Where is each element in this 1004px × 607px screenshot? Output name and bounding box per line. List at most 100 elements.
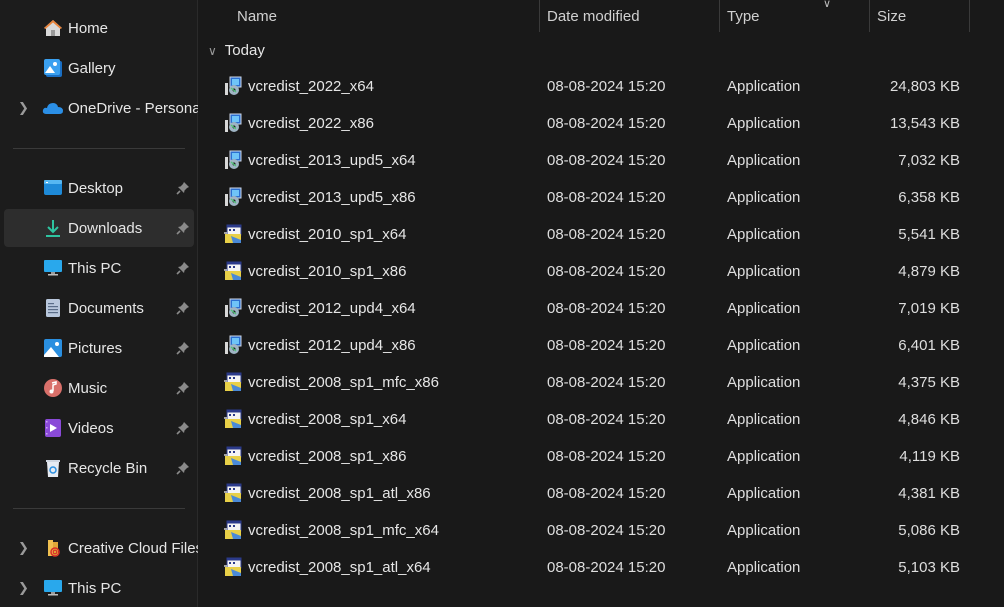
file-size: 6,358 KB	[898, 189, 960, 206]
pin-icon[interactable]	[176, 341, 190, 355]
pin-icon[interactable]	[176, 461, 190, 475]
sidebar-item-recycle-bin[interactable]: Recycle Bin	[4, 449, 194, 487]
sidebar-item-home[interactable]: Home	[4, 9, 194, 47]
file-row[interactable]: vcredist_2012_upd4_x64 08-08-2024 15:20 Ap…	[198, 290, 1004, 327]
group-header-today[interactable]: ∨ Today	[208, 42, 265, 59]
file-row[interactable]: vcredist_2008_sp1_x86 08-08-2024 15:20 App…	[198, 438, 1004, 475]
file-name: vcredist_2008_sp1_atl_x64	[248, 559, 431, 576]
sidebar-item-label: This PC	[68, 579, 122, 597]
this-pc-icon	[42, 577, 64, 599]
file-date-modified: 08-08-2024 15:20	[547, 78, 666, 95]
file-date-modified: 08-08-2024 15:20	[547, 337, 666, 354]
file-size: 4,879 KB	[898, 263, 960, 280]
file-size: 7,019 KB	[898, 300, 960, 317]
column-header-date-modified[interactable]: Date modified	[547, 0, 717, 32]
column-header-label: Date modified	[547, 7, 640, 25]
sidebar-item-this-pc[interactable]: This PC	[4, 249, 194, 287]
file-row[interactable]: vcredist_2022_x64 08-08-2024 15:20 Applica…	[198, 68, 1004, 105]
sidebar-item-pictures[interactable]: Pictures	[4, 329, 194, 367]
pin-icon[interactable]	[176, 261, 190, 275]
sidebar-item-creative-cloud-files[interactable]: ❯ Creative Cloud Files	[4, 529, 198, 567]
file-name: vcredist_2022_x64	[248, 78, 374, 95]
installer-package-icon	[223, 446, 243, 466]
file-row[interactable]: vcredist_2010_sp1_x64 08-08-2024 15:20 App…	[198, 216, 1004, 253]
file-row[interactable]: vcredist_2013_upd5_x86 08-08-2024 15:20 Ap…	[198, 179, 1004, 216]
file-type: Application	[727, 152, 801, 169]
file-date-modified: 08-08-2024 15:20	[547, 448, 666, 465]
installer-package-icon	[223, 483, 243, 503]
chevron-right-icon[interactable]: ❯	[18, 100, 29, 116]
file-type: Application	[727, 485, 801, 502]
pin-icon[interactable]	[176, 301, 190, 315]
sidebar-item-music[interactable]: Music	[4, 369, 194, 407]
file-date-modified: 08-08-2024 15:20	[547, 115, 666, 132]
sidebar-item-label: Music	[68, 379, 108, 397]
gallery-icon	[42, 57, 64, 79]
file-date-modified: 08-08-2024 15:20	[547, 411, 666, 428]
sidebar-item-desktop[interactable]: Desktop	[4, 169, 194, 207]
column-divider[interactable]	[969, 0, 970, 32]
sidebar-item-gallery[interactable]: Gallery	[4, 49, 194, 87]
sidebar-item-label: Home	[68, 19, 109, 37]
pin-icon[interactable]	[176, 181, 190, 195]
file-type: Application	[727, 522, 801, 539]
file-name: vcredist_2008_sp1_x64	[248, 411, 407, 428]
file-row[interactable]: vcredist_2008_sp1_atl_x86 08-08-2024 15:2…	[198, 475, 1004, 512]
file-row[interactable]: vcredist_2008_sp1_atl_x64 08-08-2024 15:2…	[198, 549, 1004, 586]
sidebar-item-label: Documents	[68, 299, 144, 317]
sidebar-item-label: Creative Cloud Files	[68, 539, 198, 557]
file-size: 5,103 KB	[898, 559, 960, 576]
column-divider[interactable]	[539, 0, 540, 32]
pin-icon[interactable]	[176, 381, 190, 395]
file-row[interactable]: vcredist_2008_sp1_mfc_x86 08-08-2024 15:2…	[198, 364, 1004, 401]
column-header-type[interactable]: Type	[727, 0, 867, 32]
column-header-name[interactable]: Name	[237, 0, 537, 32]
recycle-bin-icon	[42, 457, 64, 479]
file-row[interactable]: vcredist_2010_sp1_x86 08-08-2024 15:20 App…	[198, 253, 1004, 290]
chevron-right-icon[interactable]: ❯	[18, 580, 29, 596]
installer-package-icon	[223, 557, 243, 577]
sidebar-item-onedrive[interactable]: ❯ OneDrive - Personal	[4, 89, 198, 127]
sidebar-item-documents[interactable]: Documents	[4, 289, 194, 327]
file-row[interactable]: vcredist_2008_sp1_mfc_x64 08-08-2024 15:2…	[198, 512, 1004, 549]
file-size: 5,086 KB	[898, 522, 960, 539]
file-row[interactable]: vcredist_2008_sp1_x64 08-08-2024 15:20 App…	[198, 401, 1004, 438]
file-list: Name Date modified ∨ Type Size ∨ Today v…	[198, 0, 1004, 607]
sidebar-item-downloads[interactable]: Downloads	[4, 209, 194, 247]
sidebar-item-label: Gallery	[68, 59, 116, 77]
file-type: Application	[727, 374, 801, 391]
sidebar-item-label: OneDrive - Personal	[68, 99, 198, 117]
file-date-modified: 08-08-2024 15:20	[547, 300, 666, 317]
file-date-modified: 08-08-2024 15:20	[547, 559, 666, 576]
file-size: 4,846 KB	[898, 411, 960, 428]
file-type: Application	[727, 263, 801, 280]
pin-icon[interactable]	[176, 221, 190, 235]
installer-cd-icon	[223, 335, 243, 355]
sidebar-item-this-pc-root[interactable]: ❯ This PC	[4, 569, 194, 607]
file-name: vcredist_2012_upd4_x86	[248, 337, 416, 354]
chevron-right-icon[interactable]: ❯	[18, 540, 29, 556]
file-row[interactable]: vcredist_2013_upd5_x64 08-08-2024 15:20 Ap…	[198, 142, 1004, 179]
file-name: vcredist_2012_upd4_x64	[248, 300, 416, 317]
column-header-size[interactable]: Size	[877, 0, 967, 32]
file-name: vcredist_2008_sp1_x86	[248, 448, 407, 465]
file-size: 24,803 KB	[889, 78, 960, 95]
column-divider[interactable]	[869, 0, 870, 32]
file-name: vcredist_2013_upd5_x86	[248, 189, 416, 206]
chevron-down-icon[interactable]: ∨	[208, 44, 217, 58]
file-type: Application	[727, 78, 801, 95]
column-header-label: Name	[237, 7, 278, 25]
file-row[interactable]: vcredist_2022_x86 08-08-2024 15:20 Applica…	[198, 105, 1004, 142]
file-name: vcredist_2022_x86	[248, 115, 374, 132]
installer-package-icon	[223, 372, 243, 392]
file-type: Application	[727, 226, 801, 243]
file-type: Application	[727, 411, 801, 428]
file-row[interactable]: vcredist_2012_upd4_x86 08-08-2024 15:20 Ap…	[198, 327, 1004, 364]
pin-icon[interactable]	[176, 421, 190, 435]
file-type: Application	[727, 559, 801, 576]
column-divider[interactable]	[719, 0, 720, 32]
sidebar-item-label: Recycle Bin	[68, 459, 148, 477]
pictures-icon	[42, 337, 64, 359]
file-type: Application	[727, 189, 801, 206]
sidebar-item-videos[interactable]: Videos	[4, 409, 194, 447]
